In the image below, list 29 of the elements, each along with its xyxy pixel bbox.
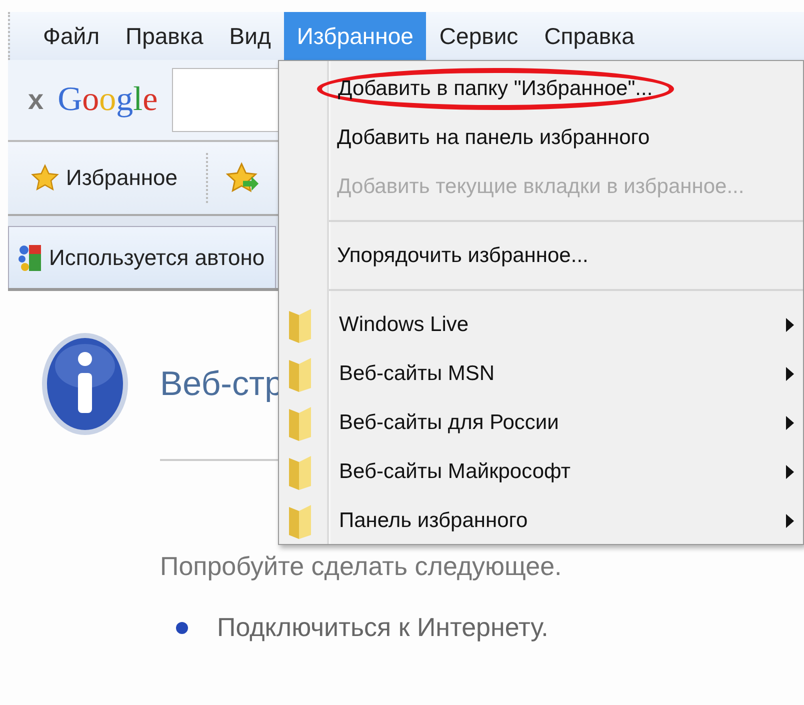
add-star-icon[interactable] [226,161,260,195]
browser-tab[interactable]: Используется автоно [8,226,276,288]
tip-text: Попробуйте сделать следующее. [160,551,563,582]
star-icon [30,163,60,193]
submenu-arrow-icon [785,318,795,332]
submenu-arrow-icon [785,464,795,478]
submenu-arrow-icon [785,366,795,380]
menu-bar-item[interactable]: Файл [30,12,113,60]
menu-bar-item[interactable]: Правка [112,12,216,60]
submenu-arrow-icon [785,514,795,528]
bullet-icon [175,620,189,634]
submenu-arrow-icon [785,416,795,430]
menu-bar-item[interactable]: Сервис [426,12,532,60]
google-icon [17,242,43,272]
menu-bar-item[interactable]: Вид [216,12,284,60]
menu-item[interactable]: Добавить в папку "Избранное"... [317,68,674,110]
info-icon [40,331,130,437]
menu-item[interactable]: Добавить на панель избранного [337,126,650,150]
favorites-button[interactable]: Избранное [30,163,178,193]
close-button[interactable]: x [28,84,44,116]
google-logo: Google [58,81,158,119]
folder-menu-item[interactable]: Веб-сайты для России [279,398,803,447]
menu-bar-item[interactable]: Справка [531,12,648,60]
menu-item[interactable]: Упорядочить избранное... [337,244,588,268]
folder-menu-item[interactable]: Windows Live [279,300,803,349]
folder-menu-item[interactable]: Веб-сайты MSN [279,349,803,398]
bullet-text: Подключиться к Интернету. [217,612,548,643]
folder-menu-item[interactable]: Панель избранного [279,496,803,544]
folder-menu-item[interactable]: Веб-сайты Майкрософт [279,447,803,496]
